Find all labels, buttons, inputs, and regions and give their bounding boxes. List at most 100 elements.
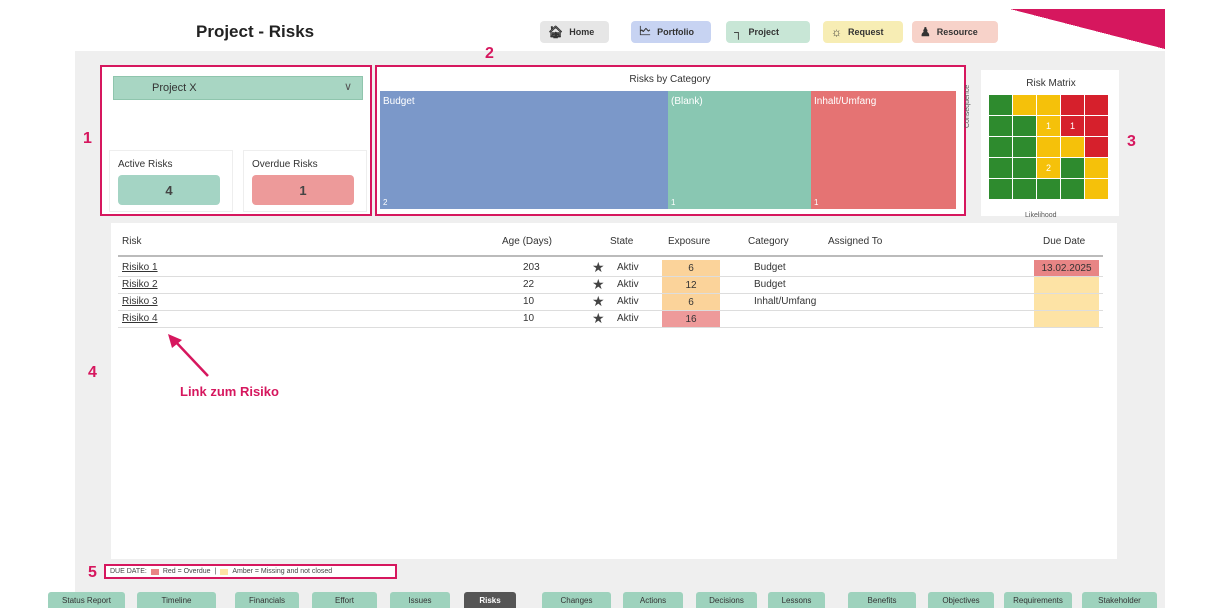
matrix-cell[interactable] xyxy=(1013,158,1036,178)
matrix-cell[interactable] xyxy=(1085,95,1108,115)
legend-amber-swatch xyxy=(220,568,229,575)
active-risks-value: 4 xyxy=(118,175,220,205)
matrix-cell[interactable] xyxy=(989,116,1012,136)
star-icon: ★ xyxy=(592,259,605,275)
col-header-age[interactable]: Age (Days) xyxy=(502,236,552,247)
nav-project-button[interactable]: ┐ Project xyxy=(726,21,810,43)
risk-link[interactable]: Risiko 3 xyxy=(122,296,158,307)
star-icon: ★ xyxy=(592,310,605,326)
matrix-cell[interactable] xyxy=(989,158,1012,178)
matrix-cell[interactable] xyxy=(1085,116,1108,136)
exposure-cell: 12 xyxy=(662,277,720,293)
project-select[interactable]: Project X ∨ xyxy=(113,76,363,100)
matrix-cell[interactable] xyxy=(989,179,1012,199)
overdue-risks-value: 1 xyxy=(252,175,354,205)
matrix-cell[interactable] xyxy=(989,95,1012,115)
page-title: Project - Risks xyxy=(196,22,315,41)
exposure-cell: 6 xyxy=(662,294,720,310)
exposure-cell: 16 xyxy=(662,311,720,327)
matrix-cell[interactable] xyxy=(1013,137,1036,157)
matrix-cell[interactable] xyxy=(1061,158,1084,178)
request-icon: ☼ xyxy=(831,25,842,39)
state-cell: Aktiv xyxy=(617,296,639,307)
overdue-risks-label: Overdue Risks xyxy=(252,159,318,170)
nav-resource-button[interactable]: ♟ Resource xyxy=(912,21,998,43)
col-header-category[interactable]: Category xyxy=(748,236,789,247)
tab-stakeholder[interactable]: Stakeholder xyxy=(1082,592,1157,608)
risk-link[interactable]: Risiko 1 xyxy=(122,262,158,273)
matrix-cell[interactable] xyxy=(1085,158,1108,178)
age-cell: 203 xyxy=(523,262,540,273)
treemap-tile-blank[interactable]: (Blank) 1 xyxy=(668,91,811,209)
resource-icon: ♟ xyxy=(920,25,931,39)
state-cell: Aktiv xyxy=(617,313,639,324)
overdue-risks-card: Overdue Risks 1 xyxy=(243,150,367,212)
tab-effort[interactable]: Effort xyxy=(312,592,377,608)
matrix-cell[interactable]: 2 xyxy=(1037,158,1060,178)
tab-status-report[interactable]: Status Report xyxy=(48,592,125,608)
matrix-cell[interactable] xyxy=(1013,179,1036,199)
treemap-title: Risks by Category xyxy=(629,74,711,85)
matrix-cell[interactable] xyxy=(1085,137,1108,157)
home-icon: 🏠︎ xyxy=(548,25,564,39)
col-header-exposure[interactable]: Exposure xyxy=(668,236,710,247)
due-date-cell xyxy=(1034,277,1099,293)
risk-link[interactable]: Risiko 4 xyxy=(122,313,158,324)
matrix-cell[interactable] xyxy=(1061,137,1084,157)
age-cell: 22 xyxy=(523,279,535,290)
treemap-tile-inhalt-umfang[interactable]: Inhalt/Umfang 1 xyxy=(811,91,956,209)
matrix-cell[interactable]: 1 xyxy=(1061,116,1084,136)
active-risks-label: Active Risks xyxy=(118,159,173,170)
active-risks-card: Active Risks 4 xyxy=(109,150,233,212)
risk-link[interactable]: Risiko 2 xyxy=(122,279,158,290)
treemap-tile-budget[interactable]: Budget 2 xyxy=(380,91,668,209)
tab-benefits[interactable]: Benefits xyxy=(848,592,916,608)
due-date-cell xyxy=(1034,311,1099,327)
tab-decisions[interactable]: Decisions xyxy=(696,592,757,608)
annotation-3: 3 xyxy=(1127,133,1136,150)
annotation-arrow xyxy=(168,334,209,377)
matrix-cell[interactable] xyxy=(1061,179,1084,199)
matrix-cell[interactable] xyxy=(1037,95,1060,115)
annotation-5: 5 xyxy=(88,564,97,581)
matrix-cell[interactable] xyxy=(1037,179,1060,199)
state-cell: Aktiv xyxy=(617,262,639,273)
age-cell: 10 xyxy=(523,296,535,307)
tab-requirements[interactable]: Requirements xyxy=(1004,592,1072,608)
col-header-risk[interactable]: Risk xyxy=(122,236,141,247)
annotation-2: 2 xyxy=(485,45,494,62)
matrix-cell[interactable]: 1 xyxy=(1037,116,1060,136)
matrix-cell[interactable] xyxy=(1013,95,1036,115)
annotation-1: 1 xyxy=(83,130,92,147)
tab-risks[interactable]: Risks xyxy=(464,592,516,608)
legend-red-swatch xyxy=(150,568,159,575)
col-header-state[interactable]: State xyxy=(610,236,633,247)
tab-actions[interactable]: Actions xyxy=(623,592,683,608)
tab-financials[interactable]: Financials xyxy=(235,592,299,608)
tab-timeline[interactable]: Timeline xyxy=(137,592,216,608)
age-cell: 10 xyxy=(523,313,535,324)
col-header-assigned-to[interactable]: Assigned To xyxy=(828,236,882,247)
star-icon: ★ xyxy=(592,276,605,292)
matrix-cell[interactable] xyxy=(1013,116,1036,136)
matrix-cell[interactable] xyxy=(1061,95,1084,115)
state-cell: Aktiv xyxy=(617,279,639,290)
matrix-y-axis-label: Consequence xyxy=(964,84,971,128)
tab-issues[interactable]: Issues xyxy=(390,592,450,608)
portfolio-icon: 🗠︎ xyxy=(639,23,652,38)
tab-changes[interactable]: Changes xyxy=(542,592,611,608)
nav-portfolio-button[interactable]: 🗠︎ Portfolio xyxy=(631,21,711,43)
link-annotation-text: Link zum Risiko xyxy=(180,384,279,399)
matrix-x-axis-label: Likelihood xyxy=(1025,212,1057,219)
matrix-cell[interactable] xyxy=(989,137,1012,157)
risk-matrix-title: Risk Matrix xyxy=(1026,78,1076,89)
tab-lessons[interactable]: Lessons xyxy=(768,592,825,608)
col-header-due-date[interactable]: Due Date xyxy=(1043,236,1085,247)
row-divider xyxy=(118,276,1103,277)
matrix-cell[interactable] xyxy=(1037,137,1060,157)
due-date-cell xyxy=(1034,294,1099,310)
nav-request-button[interactable]: ☼ Request xyxy=(823,21,903,43)
nav-home-button[interactable]: 🏠︎ Home xyxy=(540,21,609,43)
matrix-cell[interactable] xyxy=(1085,179,1108,199)
tab-objectives[interactable]: Objectives xyxy=(928,592,994,608)
